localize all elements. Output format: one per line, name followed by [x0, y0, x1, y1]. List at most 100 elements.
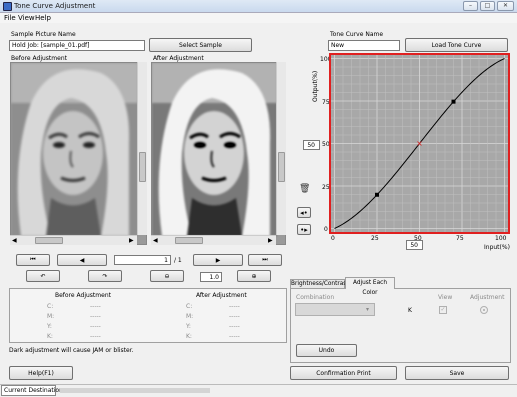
maximize-button[interactable]: □	[480, 1, 495, 11]
tone-curve-name-field[interactable]: New	[328, 40, 400, 51]
scroll-right-arrow-icon[interactable]: ▶	[268, 237, 273, 244]
menu-help[interactable]: Help	[35, 14, 51, 22]
tone-curve-graph[interactable]: ×	[329, 53, 510, 234]
zoom-out-button[interactable]: ⊖	[150, 270, 184, 282]
next-page-button[interactable]: ▶	[193, 254, 243, 266]
after-adjustment-label: After Adjustment	[153, 55, 204, 62]
current-destination-value	[60, 388, 210, 393]
radio-dot	[483, 309, 485, 311]
adjustment-label: Adjustment	[470, 294, 505, 301]
after-sample-photo	[152, 63, 277, 236]
page-number-field[interactable]: 1	[114, 255, 171, 265]
input-value-spinner[interactable]: 50	[406, 240, 423, 250]
density-after-value: -----	[229, 313, 240, 320]
zoom-in-button[interactable]: ⊕	[237, 270, 271, 282]
minimize-button[interactable]: –	[463, 1, 478, 11]
before-horizontal-scroll-thumb[interactable]	[35, 237, 63, 244]
rotate-right-icon: ↷	[102, 272, 108, 280]
before-sample-photo	[11, 63, 138, 236]
first-page-button[interactable]: ⏮	[16, 254, 50, 266]
menu-file[interactable]: File	[4, 14, 16, 22]
next-point-icon: •▸	[300, 225, 308, 234]
density-before-value: -----	[90, 323, 101, 330]
load-tone-curve-button[interactable]: Load Tone Curve	[405, 38, 508, 52]
after-vertical-scrollbar[interactable]	[276, 62, 286, 235]
after-vertical-scroll-thumb[interactable]	[278, 152, 285, 182]
after-image-viewer[interactable]	[151, 62, 286, 245]
previous-page-button[interactable]: ◀	[57, 254, 107, 266]
adjustment-radio[interactable]	[480, 306, 488, 314]
zoom-out-icon: ⊖	[164, 272, 170, 280]
density-after-value: -----	[229, 323, 240, 330]
x-tick-label: 75	[456, 235, 464, 242]
y-tick-label: 0	[324, 226, 328, 233]
x-tick-label: 0	[331, 235, 335, 242]
density-row-label: M:	[186, 313, 194, 320]
zoom-level-field[interactable]: 1.0	[200, 272, 222, 282]
scroll-left-arrow-icon[interactable]: ◀	[12, 237, 17, 244]
jam-warning-text: Dark adjustment will cause JAM or bliste…	[9, 347, 134, 354]
density-row-label: K:	[186, 333, 192, 340]
density-before-value: -----	[90, 303, 101, 310]
density-after-value: -----	[229, 303, 240, 310]
density-before-title: Before Adjustment	[55, 292, 111, 299]
x-tick-label: 25	[371, 235, 379, 242]
combination-label: Combination	[296, 294, 335, 301]
rotate-left-button[interactable]: ↶	[26, 270, 60, 282]
density-before-value: -----	[90, 333, 101, 340]
density-after-value: -----	[229, 333, 240, 340]
undo-button[interactable]: Undo	[296, 344, 357, 357]
after-horizontal-scrollbar[interactable]: ◀ ▶	[151, 235, 276, 245]
app-icon	[3, 2, 12, 11]
next-point-button[interactable]: •▸	[297, 224, 311, 235]
zoom-in-icon: ⊕	[251, 272, 257, 280]
rotate-left-icon: ↶	[40, 272, 46, 280]
channel-label-k: K	[408, 307, 412, 314]
tab-adjust-each-color[interactable]: Adjust Each Color	[345, 277, 395, 296]
confirmation-print-button[interactable]: Confirmation Print	[290, 366, 397, 380]
help-button[interactable]: Help(F1)	[9, 366, 73, 380]
density-row-label: K:	[47, 333, 53, 340]
before-vertical-scroll-thumb[interactable]	[139, 152, 146, 182]
density-row-label: C:	[47, 303, 54, 310]
density-row-label: Y:	[47, 323, 52, 330]
sample-picture-label: Sample Picture Name	[11, 31, 76, 38]
before-image-viewer[interactable]	[10, 62, 147, 245]
previous-point-button[interactable]: ◂•	[297, 207, 311, 218]
window-title: Tone Curve Adjustment	[14, 2, 96, 10]
x-tick-label: 100	[495, 235, 507, 242]
rotate-right-button[interactable]: ↷	[88, 270, 122, 282]
select-sample-button[interactable]: Select Sample	[149, 38, 252, 52]
curve-control-point[interactable]	[451, 99, 456, 104]
close-button[interactable]: ✕	[497, 1, 514, 11]
last-page-button[interactable]: ⏭	[248, 254, 282, 266]
page-total: / 1	[174, 257, 182, 264]
first-page-icon: ⏮	[30, 256, 36, 263]
before-horizontal-scrollbar[interactable]: ◀ ▶	[10, 235, 137, 245]
x-axis-label: Input(%)	[484, 244, 510, 251]
previous-point-icon: ◂•	[300, 208, 308, 217]
sample-picture-name-field[interactable]: Hold Job: [sample_01.pdf]	[9, 40, 145, 51]
after-horizontal-scroll-thumb[interactable]	[175, 237, 203, 244]
output-value-spinner[interactable]: 50	[303, 140, 320, 150]
before-adjustment-label: Before Adjustment	[11, 55, 67, 62]
tone-curve-name-label: Tone Curve Name	[330, 31, 384, 38]
menu-view[interactable]: View	[18, 14, 35, 22]
next-page-icon: ▶	[215, 256, 221, 264]
density-before-value: -----	[90, 313, 101, 320]
combination-dropdown[interactable]: ▾	[295, 303, 375, 316]
density-row-label: Y:	[186, 323, 191, 330]
curve-control-point[interactable]	[375, 192, 379, 197]
last-page-icon: ⏭	[262, 256, 268, 263]
scroll-left-arrow-icon[interactable]: ◀	[153, 237, 158, 244]
density-row-label: M:	[47, 313, 55, 320]
scroll-right-arrow-icon[interactable]: ▶	[129, 237, 134, 244]
before-vertical-scrollbar[interactable]	[137, 62, 147, 235]
delete-point-icon[interactable]: 🗑	[299, 184, 310, 195]
save-button[interactable]: Save	[405, 366, 509, 380]
view-label: View	[438, 294, 453, 301]
view-checkbox[interactable]: ✓	[439, 306, 447, 314]
y-axis-label: Output(%)	[312, 70, 319, 102]
selected-control-point[interactable]: ×	[416, 139, 423, 148]
tab-brightness-contrast[interactable]: Brightness/Contrast	[290, 279, 349, 288]
